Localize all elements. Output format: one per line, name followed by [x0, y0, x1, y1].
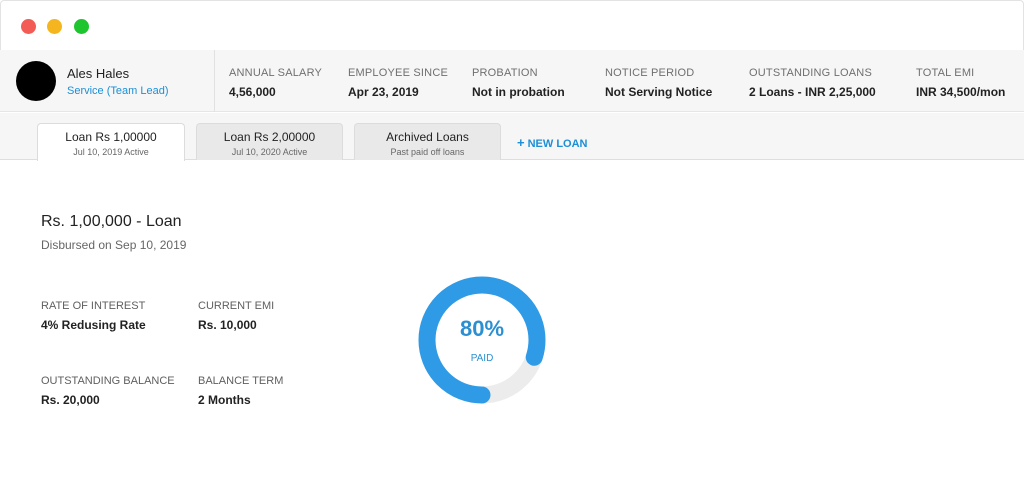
stat-value: Not Serving Notice [605, 85, 713, 99]
field-value: Rs. 10,000 [198, 318, 257, 332]
stat-value: 4,56,000 [229, 85, 276, 99]
stat-employee-since: EMPLOYEE SINCE Apr 23, 2019 [348, 67, 448, 99]
tab-title: Archived Loans [386, 130, 469, 144]
paid-progress-gauge: 80% PAID [418, 276, 546, 404]
plus-icon: + [517, 135, 525, 150]
stat-label: PROBATION [472, 67, 538, 79]
stat-total-emi: TOTAL EMI INR 34,500/mon [916, 67, 1005, 99]
loan-tabs: Loan Rs 1,00000 Jul 10, 2019 Active Loan… [0, 113, 1024, 161]
field-label: RATE OF INTEREST [41, 300, 146, 312]
tab-title: Loan Rs 1,00000 [65, 130, 157, 144]
field-current-emi: CURRENT EMI Rs. 10,000 [198, 300, 274, 332]
maximize-window-button[interactable] [74, 19, 89, 34]
field-value: 4% Redusing Rate [41, 318, 146, 332]
stat-label: ANNUAL SALARY [229, 67, 323, 79]
stat-value: Not in probation [472, 85, 565, 99]
avatar[interactable] [16, 61, 56, 101]
field-label: OUTSTANDING BALANCE [41, 375, 175, 387]
stat-label: TOTAL EMI [916, 67, 975, 79]
app-window: Ales Hales Service (Team Lead) ANNUAL SA… [0, 0, 1024, 482]
header-divider [214, 50, 215, 112]
progress-percent: 80% [459, 316, 505, 341]
employee-header: Ales Hales Service (Team Lead) ANNUAL SA… [0, 50, 1024, 112]
progress-label: PAID [470, 353, 494, 364]
stat-annual-salary: ANNUAL SALARY 4,56,000 [229, 67, 322, 99]
close-window-button[interactable] [21, 19, 36, 34]
field-rate-of-interest: RATE OF INTEREST 4% Redusing Rate [41, 300, 146, 332]
tab-title: Loan Rs 2,00000 [223, 130, 316, 144]
tab-subtitle: Jul 10, 2019 Active [73, 147, 149, 157]
new-loan-button[interactable]: + NEW LOAN [517, 135, 587, 150]
minimize-window-button[interactable] [47, 19, 62, 34]
tab-loan-2[interactable]: Loan Rs 2,00000 Jul 10, 2020 Active [196, 123, 343, 160]
stat-label: NOTICE PERIOD [605, 67, 695, 79]
new-loan-label: NEW LOAN [527, 138, 588, 150]
tab-subtitle: Past paid off loans [390, 147, 465, 157]
field-value: 2 Months [198, 393, 251, 407]
loan-detail-panel: Rs. 1,00,000 - Loan Disbursed on Sep 10,… [0, 161, 1024, 482]
tab-loan-1[interactable]: Loan Rs 1,00000 Jul 10, 2019 Active [37, 123, 185, 161]
field-label: CURRENT EMI [198, 300, 275, 312]
loan-title: Rs. 1,00,000 - Loan [41, 213, 182, 230]
stat-value: Apr 23, 2019 [348, 85, 419, 99]
stat-outstanding-loans: OUTSTANDING LOANS 2 Loans - INR 2,25,000 [749, 67, 876, 99]
employee-name: Ales Hales [67, 66, 130, 81]
stat-value: 2 Loans - INR 2,25,000 [749, 85, 876, 99]
tab-archived-loans[interactable]: Archived Loans Past paid off loans [354, 123, 501, 160]
stat-probation: PROBATION Not in probation [472, 67, 565, 99]
loan-disbursed-date: Disbursed on Sep 10, 2019 [41, 238, 187, 252]
window-titlebar [0, 0, 1024, 50]
tab-subtitle: Jul 10, 2020 Active [231, 147, 308, 157]
stat-notice-period: NOTICE PERIOD Not Serving Notice [605, 67, 712, 99]
stat-value: INR 34,500/mon [916, 85, 1006, 99]
employee-role-link[interactable]: Service (Team Lead) [67, 85, 169, 97]
stat-label: OUTSTANDING LOANS [749, 67, 872, 79]
field-value: Rs. 20,000 [41, 393, 100, 407]
stat-label: EMPLOYEE SINCE [348, 67, 448, 79]
field-outstanding-balance: OUTSTANDING BALANCE Rs. 20,000 [41, 375, 175, 407]
field-balance-term: BALANCE TERM 2 Months [198, 375, 283, 407]
field-label: BALANCE TERM [198, 375, 284, 387]
